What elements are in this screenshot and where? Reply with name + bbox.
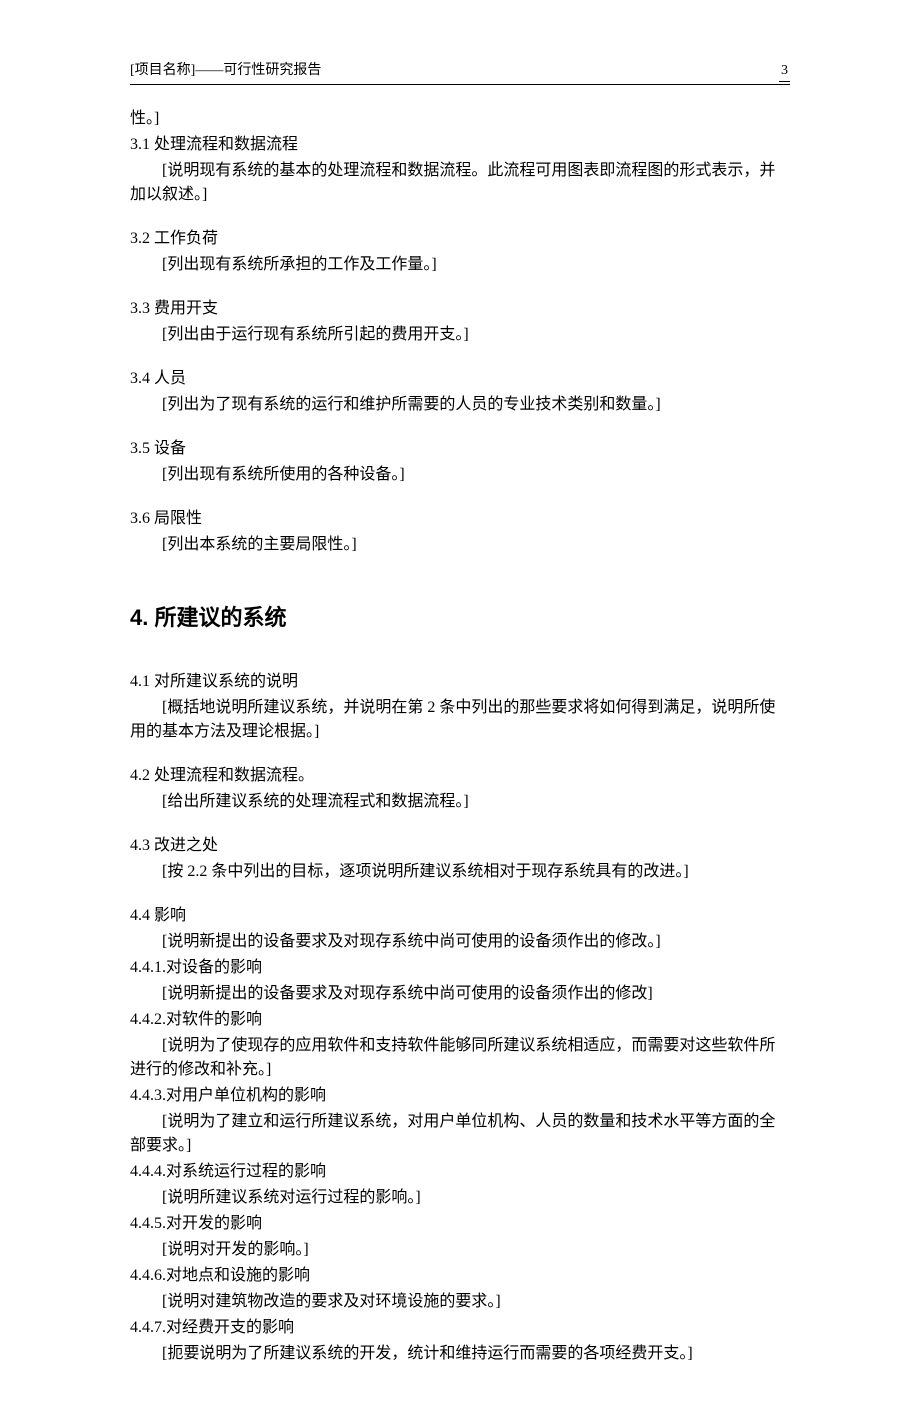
page-header: [项目名称]——可行性研究报告 3 bbox=[130, 60, 790, 85]
section-4-4-7-title: 4.4.7.对经费开支的影响 bbox=[130, 1316, 790, 1340]
document-page: [项目名称]——可行性研究报告 3 性。] 3.1 处理流程和数据流程 [说明现… bbox=[0, 0, 920, 1428]
section-4-4-2-body: [说明为了使现存的应用软件和支持软件能够同所建议系统相适应，而需要对这些软件所进… bbox=[130, 1034, 790, 1082]
section-3-3-body: [列出由于运行现有系统所引起的费用开支。] bbox=[130, 323, 790, 347]
section-4-4-3-body: [说明为了建立和运行所建议系统，对用户单位机构、人员的数量和技术水平等方面的全部… bbox=[130, 1110, 790, 1158]
section-4-4-4-body: [说明所建议系统对运行过程的影响。] bbox=[130, 1186, 790, 1210]
section-4-3-title: 4.3 改进之处 bbox=[130, 834, 790, 858]
section-4-4-title: 4.4 影响 bbox=[130, 904, 790, 928]
section-4-4-body: [说明新提出的设备要求及对现存系统中尚可使用的设备须作出的修改。] bbox=[130, 930, 790, 954]
section-4-2-body: [给出所建议系统的处理流程式和数据流程。] bbox=[130, 790, 790, 814]
section-4-3-body: [按 2.2 条中列出的目标，逐项说明所建议系统相对于现存系统具有的改进。] bbox=[130, 860, 790, 884]
section-4-4-5-body: [说明对开发的影响。] bbox=[130, 1238, 790, 1262]
section-3-5-title: 3.5 设备 bbox=[130, 437, 790, 461]
section-3-1-title: 3.1 处理流程和数据流程 bbox=[130, 133, 790, 157]
section-3-4-body: [列出为了现有系统的运行和维护所需要的人员的专业技术类别和数量。] bbox=[130, 393, 790, 417]
section-4-2-title: 4.2 处理流程和数据流程。 bbox=[130, 764, 790, 788]
heading-4: 4. 所建议的系统 bbox=[130, 601, 790, 634]
section-3-6-title: 3.6 局限性 bbox=[130, 507, 790, 531]
page-number: 3 bbox=[779, 60, 790, 82]
heading-4-title: 4. 所建议的系统 bbox=[130, 605, 286, 630]
section-4-4-6-title: 4.4.6.对地点和设施的影响 bbox=[130, 1264, 790, 1288]
section-4-4-4-title: 4.4.4.对系统运行过程的影响 bbox=[130, 1160, 790, 1184]
section-4-4-7-body: [扼要说明为了所建议系统的开发，统计和维持运行而需要的各项经费开支。] bbox=[130, 1342, 790, 1366]
section-3-2-body: [列出现有系统所承担的工作及工作量。] bbox=[130, 253, 790, 277]
section-3-1-body: [说明现有系统的基本的处理流程和数据流程。此流程可用图表即流程图的形式表示，并加… bbox=[130, 159, 790, 207]
fragment-prev-page: 性。] bbox=[130, 107, 790, 131]
header-title: [项目名称]——可行性研究报告 bbox=[130, 60, 321, 81]
section-3-4-title: 3.4 人员 bbox=[130, 367, 790, 391]
section-4-4-3-title: 4.4.3.对用户单位机构的影响 bbox=[130, 1084, 790, 1108]
section-3-3-title: 3.3 费用开支 bbox=[130, 297, 790, 321]
section-4-4-2-title: 4.4.2.对软件的影响 bbox=[130, 1008, 790, 1032]
section-4-4-1-body: [说明新提出的设备要求及对现存系统中尚可使用的设备须作出的修改] bbox=[130, 982, 790, 1006]
section-3-6-body: [列出本系统的主要局限性。] bbox=[130, 533, 790, 557]
section-3-2-title: 3.2 工作负荷 bbox=[130, 227, 790, 251]
section-4-1-title: 4.1 对所建议系统的说明 bbox=[130, 670, 790, 694]
section-4-1-body: [概括地说明所建议系统，并说明在第 2 条中列出的那些要求将如何得到满足，说明所… bbox=[130, 696, 790, 744]
section-4-4-6-body: [说明对建筑物改造的要求及对环境设施的要求。] bbox=[130, 1290, 790, 1314]
section-3-5-body: [列出现有系统所使用的各种设备。] bbox=[130, 463, 790, 487]
section-4-4-5-title: 4.4.5.对开发的影响 bbox=[130, 1212, 790, 1236]
section-4-4-1-title: 4.4.1.对设备的影响 bbox=[130, 956, 790, 980]
